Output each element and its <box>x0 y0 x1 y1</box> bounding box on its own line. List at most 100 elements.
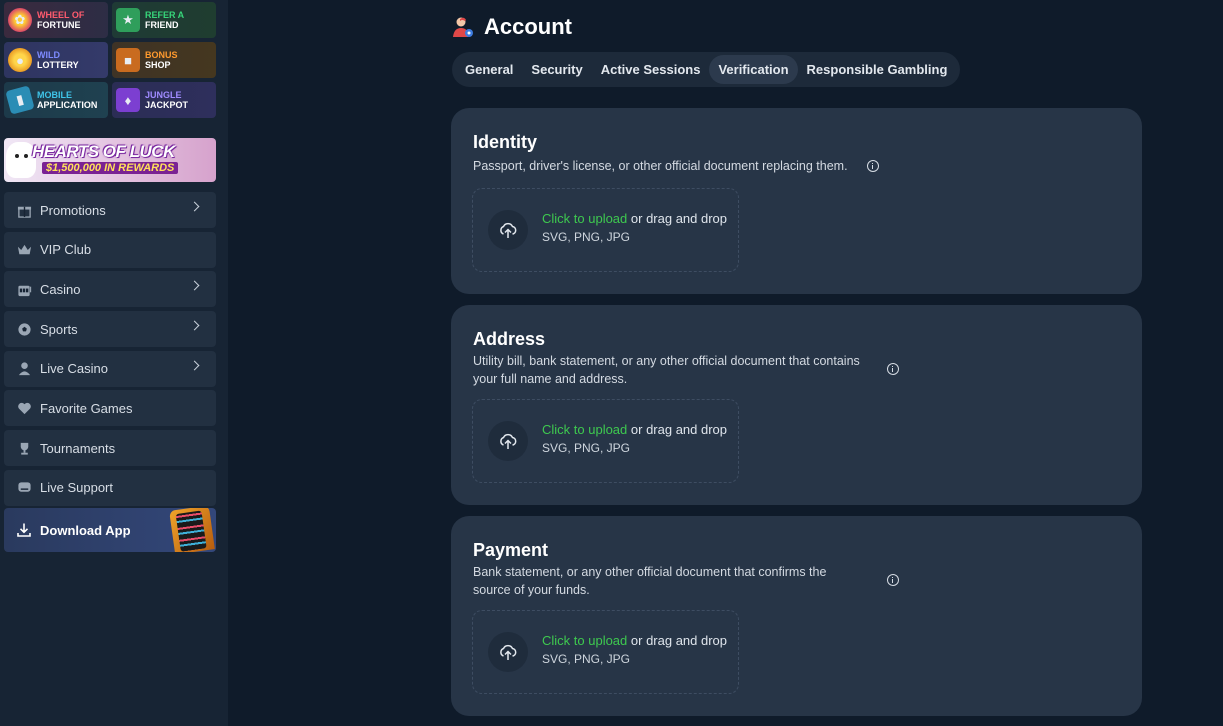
page-header: Account <box>452 14 572 40</box>
sidebar-nav: Promotions VIP Club Casino Sports Live C… <box>4 192 216 510</box>
sidebar-item-label: Sports <box>40 321 78 337</box>
promo-wild-lottery[interactable]: ● WILD LOTTERY <box>4 42 108 78</box>
accepted-formats: SVG, PNG, JPG <box>542 230 631 244</box>
info-icon[interactable] <box>867 160 879 172</box>
sidebar-item-live-support[interactable]: Live Support <box>4 469 216 506</box>
card-title: Address <box>473 329 546 349</box>
sidebar-item-label: VIP Club <box>40 242 92 258</box>
promo-line1: MOBILE <box>37 90 72 100</box>
card-title: Payment <box>473 540 549 560</box>
click-to-upload-link[interactable]: Click to upload <box>542 633 627 648</box>
upload-dropzone[interactable]: Click to upload or drag and drop SVG, PN… <box>472 188 739 272</box>
banner-title: HEARTS OF LUCK <box>32 142 175 161</box>
promo-bonus-shop[interactable]: ■ BONUS SHOP <box>112 42 216 78</box>
account-icon <box>453 17 473 37</box>
upload-dropzone[interactable]: Click to upload or drag and drop SVG, PN… <box>472 399 739 483</box>
promo-jungle-jackpot[interactable]: ♦ JUNGLE JACKPOT <box>112 82 216 118</box>
upload-instructions: Click to upload or drag and drop <box>542 211 727 226</box>
account-tabs: General Security Active Sessions Verific… <box>452 52 961 87</box>
banner-subtitle: $1,500,000 IN REWARDS <box>42 162 179 174</box>
page-title: Account <box>484 14 572 39</box>
accepted-formats: SVG, PNG, JPG <box>542 652 631 666</box>
sidebar-item-vip-club[interactable]: VIP Club <box>4 231 216 268</box>
card-title: Identity <box>473 132 538 152</box>
slot-machine-icon <box>16 281 32 297</box>
sidebar-item-tournaments[interactable]: Tournaments <box>4 430 216 467</box>
tab-active-sessions[interactable]: Active Sessions <box>592 55 710 84</box>
ball-icon <box>16 321 32 337</box>
promo-wheel-of-fortune[interactable]: ✿ WHEEL OF FORTUNE <box>4 2 108 38</box>
upload-instructions: Click to upload or drag and drop <box>542 633 727 648</box>
promo-line2: APPLICATION <box>37 100 98 110</box>
chevron-right-icon <box>189 360 200 371</box>
sidebar-item-label: Promotions <box>40 202 106 218</box>
sidebar-item-live-casino[interactable]: Live Casino <box>4 350 216 387</box>
jackpot-icon: ♦ <box>116 88 140 112</box>
promo-line2: JACKPOT <box>145 100 189 110</box>
trophy-icon <box>16 440 32 456</box>
dealer-icon <box>16 361 32 377</box>
upload-cloud-icon <box>488 632 528 672</box>
download-icon <box>17 523 31 537</box>
chevron-right-icon <box>189 320 200 331</box>
gift-icon <box>16 202 32 218</box>
sidebar-item-promotions[interactable]: Promotions <box>4 192 216 228</box>
card-description: Bank statement, or any other official do… <box>473 565 827 597</box>
drag-drop-text: or drag and drop <box>627 422 728 437</box>
tab-security[interactable]: Security <box>522 55 591 84</box>
tab-responsible-gambling[interactable]: Responsible Gambling <box>798 55 957 84</box>
promo-line1: WHEEL OF <box>37 10 85 20</box>
sidebar-item-label: Tournaments <box>40 440 116 456</box>
promo-refer-a-friend[interactable]: ★ REFER A FRIEND <box>112 2 216 38</box>
phone-illustration <box>169 508 215 552</box>
sidebar-item-favorite-games[interactable]: Favorite Games <box>4 390 216 427</box>
promo-line2: SHOP <box>145 60 171 70</box>
click-to-upload-link[interactable]: Click to upload <box>542 422 627 437</box>
chevron-right-icon <box>189 201 200 212</box>
info-icon[interactable] <box>887 574 899 586</box>
upload-instructions: Click to upload or drag and drop <box>542 422 727 437</box>
info-icon[interactable] <box>887 363 899 375</box>
accepted-formats: SVG, PNG, JPG <box>542 441 631 455</box>
promo-line1: WILD <box>37 50 60 60</box>
sidebar-item-label: Favorite Games <box>40 400 133 416</box>
card-description: Utility bill, bank statement, or any oth… <box>473 354 860 386</box>
phone-icon: ▮ <box>5 85 35 115</box>
chat-icon <box>16 480 32 496</box>
crown-icon <box>16 242 32 258</box>
heart-icon <box>16 400 32 416</box>
promo-grid: ✿ WHEEL OF FORTUNE ★ REFER A FRIEND ● WILD… <box>4 2 216 118</box>
tab-general[interactable]: General <box>456 55 522 84</box>
promo-line1: REFER A <box>145 10 185 20</box>
shop-icon: ■ <box>116 48 140 72</box>
download-app-label: Download App <box>40 522 131 538</box>
promo-line1: JUNGLE <box>145 90 182 100</box>
promo-line2: LOTTERY <box>37 60 79 70</box>
cat-lottery-icon: ● <box>8 48 32 72</box>
upload-cloud-icon <box>488 421 528 461</box>
promo-line2: FORTUNE <box>37 20 81 30</box>
sidebar: ✿ WHEEL OF FORTUNE ★ REFER A FRIEND ● WILD… <box>0 0 228 726</box>
card-description: Passport, driver's license, or other off… <box>473 159 848 173</box>
megaphone-icon: ★ <box>116 8 140 32</box>
hearts-of-luck-banner[interactable]: HEARTS OF LUCK $1,500,000 IN REWARDS <box>4 138 216 182</box>
sidebar-item-label: Live Support <box>40 480 113 496</box>
address-card: Address Utility bill, bank statement, or… <box>451 305 1142 505</box>
drag-drop-text: or drag and drop <box>627 211 728 226</box>
upload-dropzone[interactable]: Click to upload or drag and drop SVG, PN… <box>472 610 739 694</box>
sidebar-item-label: Live Casino <box>40 361 108 377</box>
upload-cloud-icon <box>488 210 528 250</box>
drag-drop-text: or drag and drop <box>627 633 728 648</box>
chevron-right-icon <box>189 280 200 291</box>
click-to-upload-link[interactable]: Click to upload <box>542 211 627 226</box>
sidebar-item-sports[interactable]: Sports <box>4 311 216 348</box>
promo-line1: BONUS <box>145 50 178 60</box>
download-app-button[interactable]: Download App <box>4 508 216 552</box>
payment-card: Payment Bank statement, or any other off… <box>451 516 1142 716</box>
identity-card: Identity Passport, driver's license, or … <box>451 108 1142 294</box>
sidebar-item-casino[interactable]: Casino <box>4 271 216 308</box>
tab-verification[interactable]: Verification <box>709 55 798 84</box>
promo-mobile-application[interactable]: ▮ MOBILE APPLICATION <box>4 82 108 118</box>
promo-line2: FRIEND <box>145 20 179 30</box>
sidebar-item-label: Casino <box>40 281 81 297</box>
